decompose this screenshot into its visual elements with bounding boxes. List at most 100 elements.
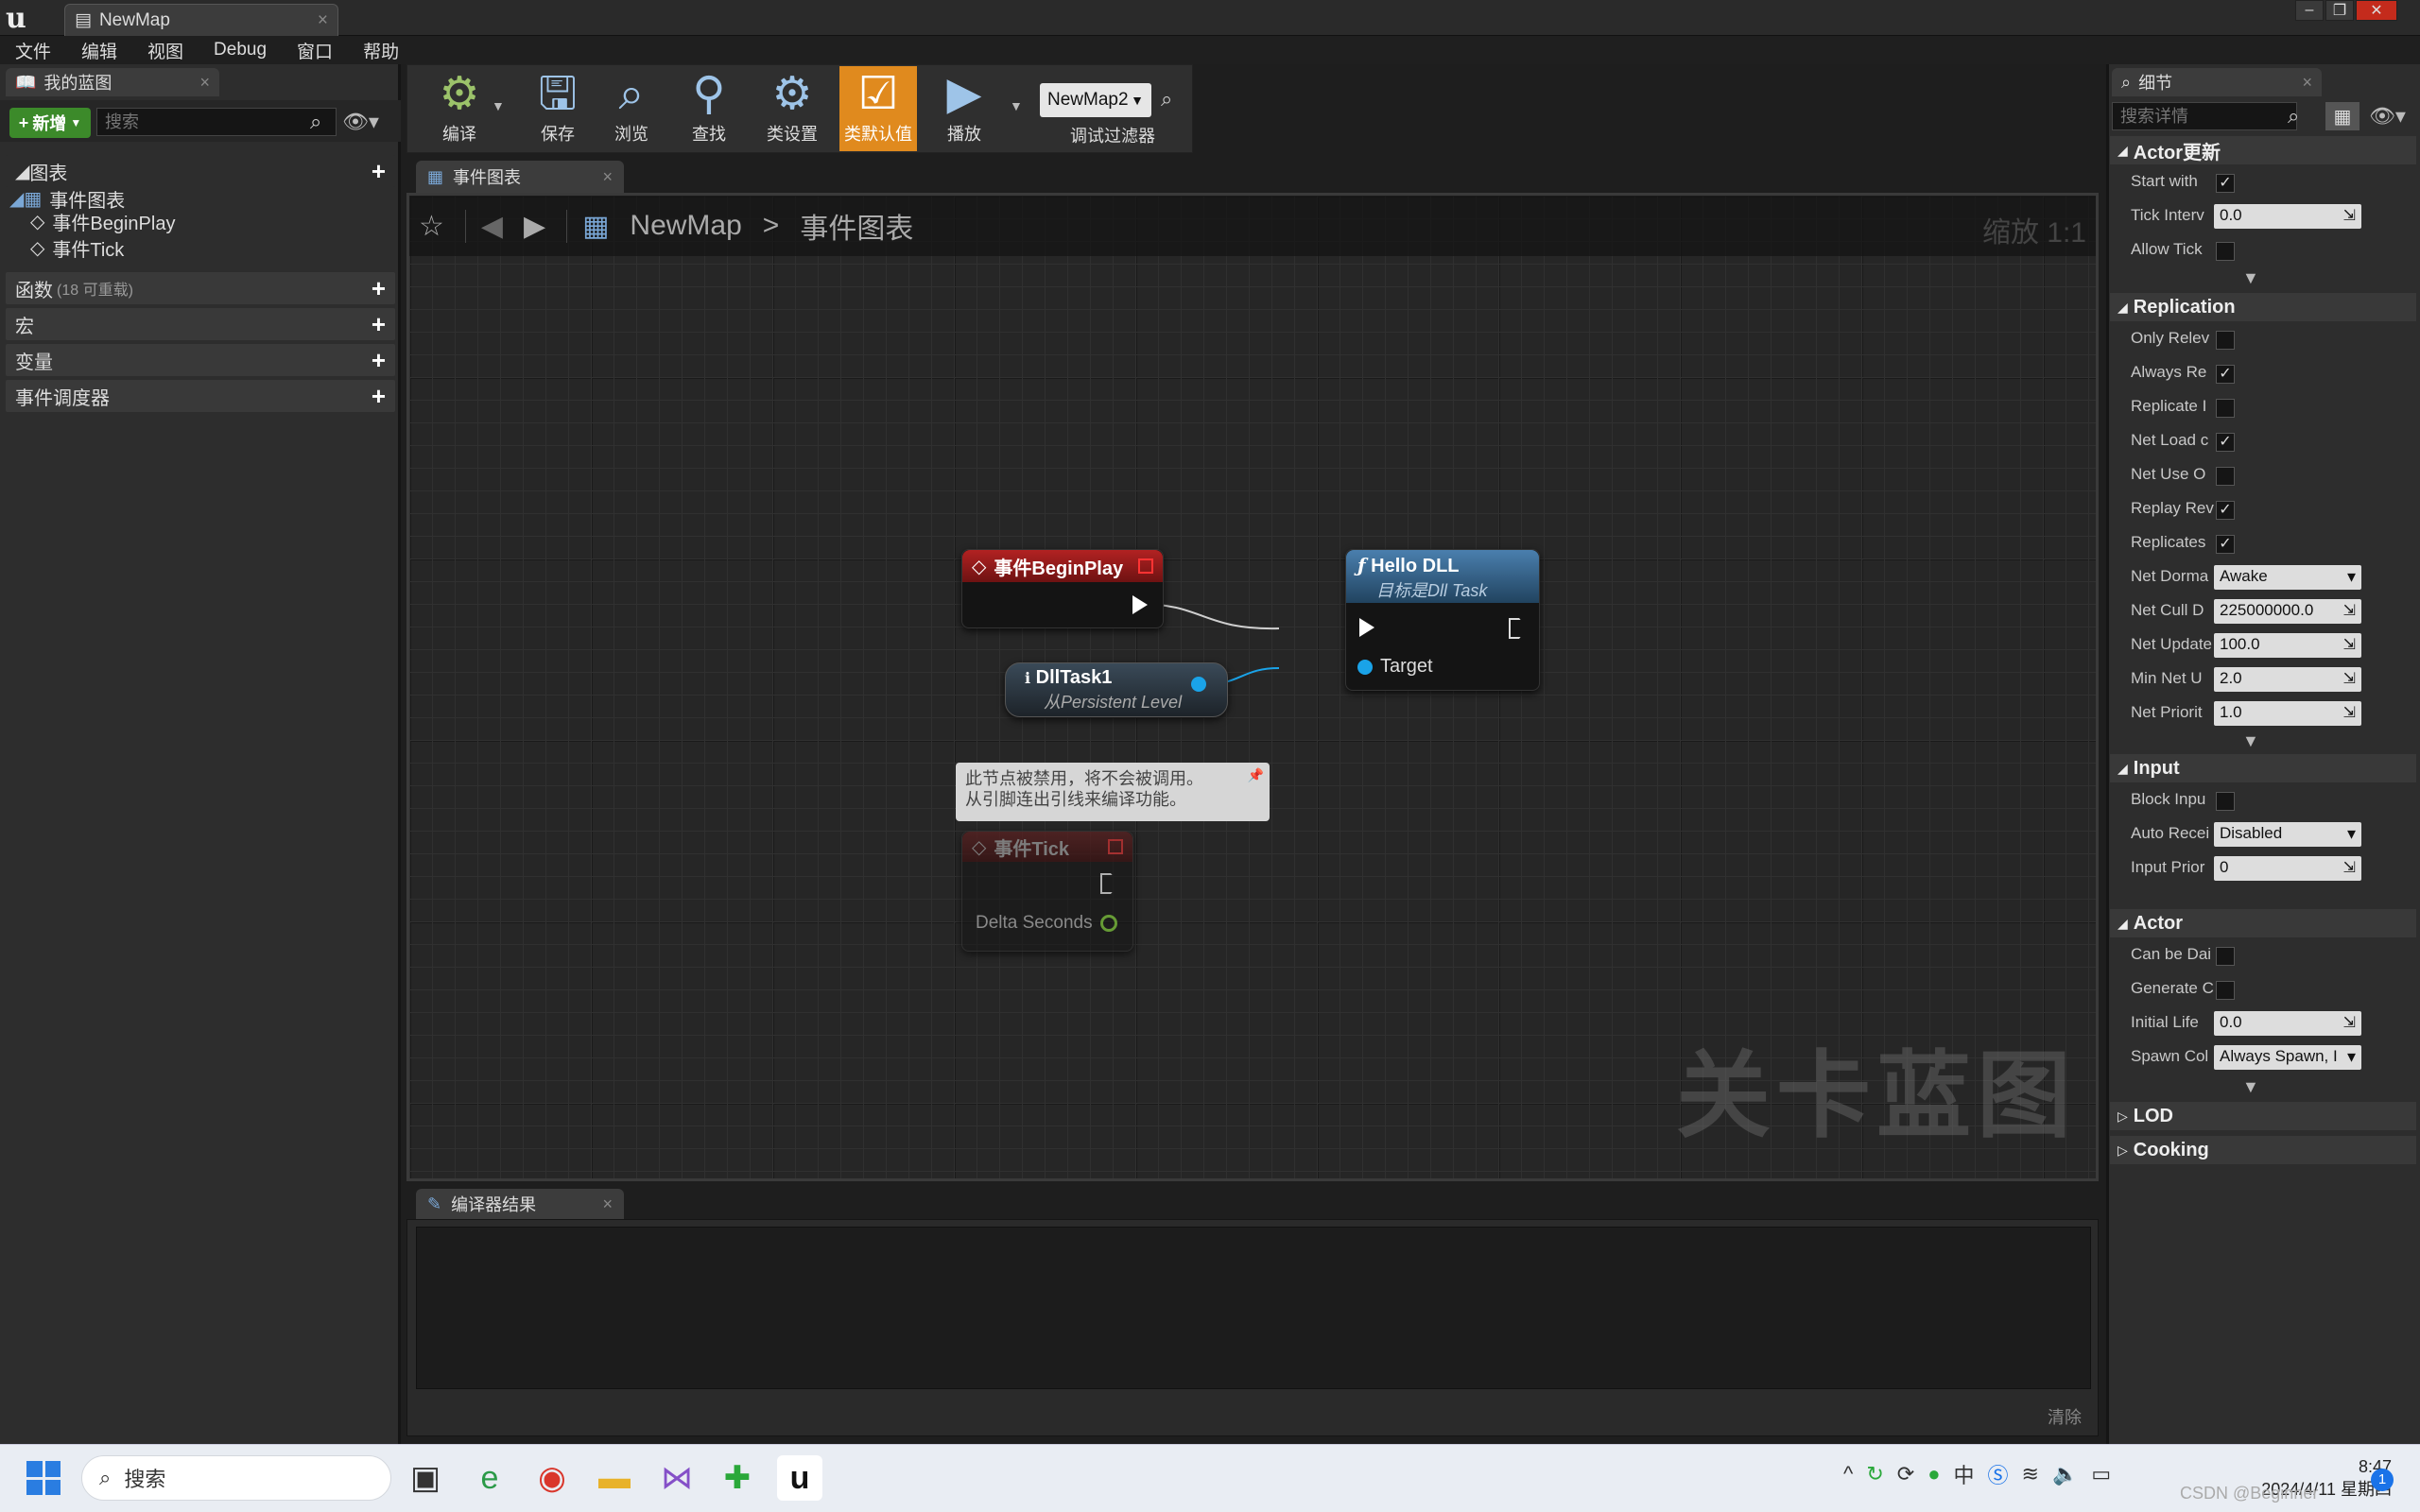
compiler-output-area[interactable] [416,1227,2091,1389]
disabled-node-comment[interactable]: 此节点被禁用，将不会被调用。 从引脚连出引线来编译功能。 📌 [956,763,1270,821]
add-new-button[interactable]: + 新增 ▼ [9,108,91,138]
close-icon[interactable]: × [199,73,210,93]
view-options-icon[interactable]: 👁▾ [342,110,379,134]
node-hello-dll[interactable]: ƒ Hello DLL 目标是Dll Task Target [1345,549,1540,691]
class-defaults-button[interactable]: ☑ 类默认值 [839,66,917,151]
battery-icon[interactable]: ▭ [2091,1462,2111,1486]
delegate-pin-icon[interactable] [1138,558,1153,574]
property-checkbox[interactable]: ✓ [2216,365,2235,384]
close-icon[interactable]: × [602,167,613,187]
event-graph-tab[interactable]: ▦ 事件图表 × [416,161,624,193]
search-icon[interactable]: ⌕ [1161,87,1172,112]
property-checkbox[interactable] [2216,399,2235,418]
menu-help[interactable]: 帮助 [348,38,414,63]
tree-event-tick[interactable]: ◇ 事件Tick [30,234,124,262]
property-checkbox[interactable]: ✓ [2216,433,2235,452]
add-variable-icon[interactable]: + [372,346,386,375]
expand-advanced-icon[interactable]: ▼ [2242,731,2259,751]
delegate-pin-icon[interactable] [1108,839,1123,854]
property-input[interactable]: 225000000.0 [2214,599,2361,624]
add-graph-icon[interactable]: + [372,157,386,186]
property-matrix-icon[interactable]: ▦ [2325,102,2360,130]
node-event-tick[interactable]: ◇ 事件Tick Delta Seconds [961,831,1133,952]
browse-button[interactable]: ⌕ 浏览 [596,66,667,151]
section-macros[interactable]: 宏 + [6,308,395,340]
edge-browser-icon[interactable]: e [467,1455,512,1501]
property-dropdown[interactable]: Disabled [2214,822,2361,847]
details-tab[interactable]: ⌕ 细节 × [2112,68,2322,96]
property-checkbox[interactable] [2216,792,2235,811]
close-icon[interactable]: × [318,10,328,31]
property-checkbox[interactable] [2216,947,2235,966]
section-variables[interactable]: 变量 + [6,344,395,376]
property-checkbox[interactable]: ✓ [2216,501,2235,520]
section-replication[interactable]: ◢ Replication [2110,293,2416,321]
close-icon[interactable]: × [602,1194,613,1214]
notification-badge[interactable]: 1 [2371,1469,2394,1491]
property-input[interactable]: 1.0 [2214,701,2361,726]
node-event-beginplay[interactable]: ◇ 事件BeginPlay [961,549,1164,628]
compile-options-chevron-icon[interactable]: ▼ [492,98,505,113]
add-function-icon[interactable]: + [372,274,386,303]
property-checkbox[interactable] [2216,242,2235,261]
exec-out-pin-icon[interactable] [1509,618,1528,639]
property-checkbox[interactable]: ✓ [2216,535,2235,554]
taskbar-search[interactable]: ⌕ 搜索 [81,1455,391,1501]
section-functions[interactable]: 函数 (18 可重载) + [6,272,395,304]
play-button[interactable]: ▶ 播放 [928,66,1000,151]
graph-canvas[interactable]: ☆ ◀ ▶ ▦ NewMap > 事件图表 缩放 1:1 关卡蓝图 ◇ 事件Be… [406,193,2099,1181]
exec-in-pin-icon[interactable] [1359,618,1374,637]
compiler-results-tab[interactable]: ✎ 编译器结果 × [416,1189,624,1219]
find-button[interactable]: ⚲ 查找 [673,66,745,151]
delta-seconds-pin[interactable]: Delta Seconds [976,913,1117,934]
property-checkbox[interactable]: ✓ [2216,174,2235,193]
property-input[interactable]: 0.0 [2214,204,2361,229]
search-icon[interactable]: ⌕ [2288,104,2299,129]
exec-out-pin-icon[interactable] [1100,873,1119,894]
section-lod[interactable]: ▷ LOD [2110,1102,2416,1130]
wechat-icon[interactable]: ● [1927,1462,1940,1486]
target-pin[interactable]: Target [1357,656,1433,678]
close-window-button[interactable]: ✕ [2356,0,2397,21]
tray-chevron-up-icon[interactable]: ^ [1843,1462,1853,1486]
property-checkbox[interactable] [2216,467,2235,486]
section-cooking[interactable]: ▷ Cooking [2110,1136,2416,1164]
clear-button[interactable]: 清除 [2048,1404,2082,1429]
expand-advanced-icon[interactable]: ▼ [2242,1077,2259,1097]
ime-indicator[interactable]: 中 [1954,1459,1975,1489]
class-settings-button[interactable]: ⚙ 类设置 [756,66,828,151]
windows-start-icon[interactable] [26,1461,60,1495]
section-input[interactable]: ◢ Input [2110,754,2416,782]
property-dropdown[interactable]: Awake [2214,565,2361,590]
minimize-button[interactable]: – [2295,0,2324,21]
property-input[interactable]: 0.0 [2214,1011,2361,1036]
file-explorer-icon[interactable]: ▬ [592,1455,637,1501]
task-view-icon[interactable]: ▣ [403,1455,448,1501]
object-out-pin-icon[interactable] [1191,677,1206,692]
exec-out-pin-icon[interactable] [1132,595,1148,614]
play-options-chevron-icon[interactable]: ▼ [1010,98,1023,113]
unreal-engine-taskbar-icon[interactable]: u [777,1455,822,1501]
input-method-icon[interactable]: Ⓢ [1988,1459,2009,1489]
search-icon[interactable]: ⌕ [310,110,321,134]
tray-app-icon[interactable]: ↻ [1866,1462,1883,1486]
menu-view[interactable]: 视图 [132,38,199,63]
debug-object-select[interactable]: NewMap2 ▼ [1040,83,1151,117]
close-icon[interactable]: × [2302,73,2312,93]
save-button[interactable]: 🖫 保存 [522,66,594,151]
app-plus-icon[interactable]: ✚ [715,1455,760,1501]
menu-window[interactable]: 窗口 [282,38,348,63]
property-input[interactable]: 100.0 [2214,633,2361,658]
tray-sync-icon[interactable]: ⟳ [1897,1462,1914,1486]
menu-debug[interactable]: Debug [199,40,282,60]
restore-button[interactable]: ❐ [2325,0,2354,21]
visual-studio-icon[interactable]: ⋈ [654,1455,700,1501]
details-search-input[interactable] [2112,102,2297,130]
property-input[interactable]: 2.0 [2214,667,2361,692]
document-tab[interactable]: ▤ NewMap × [64,4,338,36]
tree-event-beginplay[interactable]: ◇ 事件BeginPlay [30,208,175,235]
menu-file[interactable]: 文件 [0,38,66,63]
add-dispatcher-icon[interactable]: + [372,382,386,411]
property-dropdown[interactable]: Always Spawn, I [2214,1045,2361,1070]
section-actor[interactable]: ◢ Actor [2110,909,2416,937]
